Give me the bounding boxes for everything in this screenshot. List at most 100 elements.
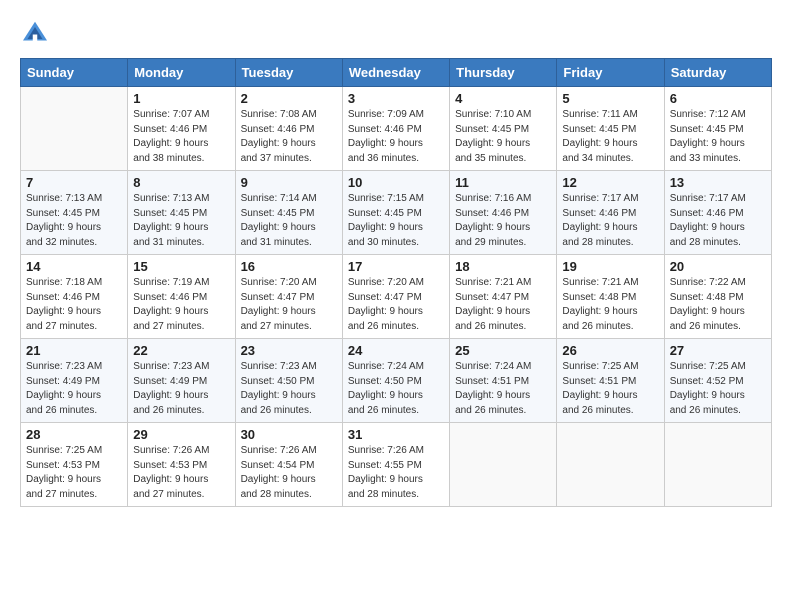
day-number: 21 xyxy=(26,343,122,358)
day-number: 3 xyxy=(348,91,444,106)
week-row-4: 28Sunrise: 7:25 AM Sunset: 4:53 PM Dayli… xyxy=(21,423,772,507)
day-number: 6 xyxy=(670,91,766,106)
header-day-wednesday: Wednesday xyxy=(342,59,449,87)
day-info: Sunrise: 7:20 AM Sunset: 4:47 PM Dayligh… xyxy=(348,276,444,334)
header-day-thursday: Thursday xyxy=(450,59,557,87)
calendar-cell: 27 Sunrise: 7:25 AM Sunset: 4:52 PM Dayli… xyxy=(664,339,771,423)
calendar-cell: 13 Sunrise: 7:17 AM Sunset: 4:46 PM Dayli… xyxy=(664,171,771,255)
header-row: SundayMondayTuesdayWednesdayThursdayFrid… xyxy=(21,59,772,87)
day-number: 30 xyxy=(241,427,337,442)
day-number: 8 xyxy=(133,175,229,190)
calendar-cell: 25Sunrise: 7:24 AM Sunset: 4:51 PM Dayli… xyxy=(450,339,557,423)
day-info: Sunrise: 7:15 AM Sunset: 4:45 PM Dayligh… xyxy=(348,192,444,250)
calendar-header: SundayMondayTuesdayWednesdayThursdayFrid… xyxy=(21,59,772,87)
day-info: Sunrise: 7:13 AM Sunset: 4:45 PM Dayligh… xyxy=(133,192,229,250)
day-info: Sunrise: 7:12 AM Sunset: 4:45 PM Dayligh… xyxy=(670,108,766,166)
day-info: Sunrise: 7:21 AM Sunset: 4:47 PM Dayligh… xyxy=(455,276,551,334)
day-number: 11 xyxy=(455,175,551,190)
day-info: Sunrise: 7:24 AM Sunset: 4:50 PM Dayligh… xyxy=(348,360,444,418)
calendar-cell: 9Sunrise: 7:14 AM Sunset: 4:45 PM Daylig… xyxy=(235,171,342,255)
day-number: 13 xyxy=(670,175,766,190)
calendar-body: 1 Sunrise: 7:07 AM Sunset: 4:46 PM Daylig… xyxy=(21,87,772,507)
day-info: Sunrise: 7:10 AM Sunset: 4:45 PM Dayligh… xyxy=(455,108,551,166)
day-info: Sunrise: 7:14 AM Sunset: 4:45 PM Dayligh… xyxy=(241,192,337,250)
calendar-cell: 23Sunrise: 7:23 AM Sunset: 4:50 PM Dayli… xyxy=(235,339,342,423)
day-info: Sunrise: 7:21 AM Sunset: 4:48 PM Dayligh… xyxy=(562,276,658,334)
header-day-sunday: Sunday xyxy=(21,59,128,87)
calendar-cell: 16 Sunrise: 7:20 AM Sunset: 4:47 PM Dayli… xyxy=(235,255,342,339)
calendar-cell xyxy=(21,87,128,171)
calendar-cell: 14Sunrise: 7:18 AM Sunset: 4:46 PM Dayli… xyxy=(21,255,128,339)
day-number: 20 xyxy=(670,259,766,274)
calendar-cell: 10 Sunrise: 7:15 AM Sunset: 4:45 PM Dayli… xyxy=(342,171,449,255)
day-number: 28 xyxy=(26,427,122,442)
calendar-cell xyxy=(557,423,664,507)
day-info: Sunrise: 7:25 AM Sunset: 4:52 PM Dayligh… xyxy=(670,360,766,418)
calendar-cell: 5Sunrise: 7:11 AM Sunset: 4:45 PM Daylig… xyxy=(557,87,664,171)
day-info: Sunrise: 7:26 AM Sunset: 4:54 PM Dayligh… xyxy=(241,444,337,502)
day-info: Sunrise: 7:23 AM Sunset: 4:49 PM Dayligh… xyxy=(26,360,122,418)
day-number: 16 xyxy=(241,259,337,274)
day-info: Sunrise: 7:07 AM Sunset: 4:46 PM Dayligh… xyxy=(133,108,229,166)
calendar-cell: 18 Sunrise: 7:21 AM Sunset: 4:47 PM Dayli… xyxy=(450,255,557,339)
calendar-cell: 8 Sunrise: 7:13 AM Sunset: 4:45 PM Daylig… xyxy=(128,171,235,255)
calendar-cell: 15 Sunrise: 7:19 AM Sunset: 4:46 PM Dayli… xyxy=(128,255,235,339)
day-number: 27 xyxy=(670,343,766,358)
day-info: Sunrise: 7:11 AM Sunset: 4:45 PM Dayligh… xyxy=(562,108,658,166)
header-day-saturday: Saturday xyxy=(664,59,771,87)
calendar-cell: 20Sunrise: 7:22 AM Sunset: 4:48 PM Dayli… xyxy=(664,255,771,339)
day-info: Sunrise: 7:09 AM Sunset: 4:46 PM Dayligh… xyxy=(348,108,444,166)
calendar-cell: 28Sunrise: 7:25 AM Sunset: 4:53 PM Dayli… xyxy=(21,423,128,507)
page: SundayMondayTuesdayWednesdayThursdayFrid… xyxy=(0,0,792,612)
calendar-cell: 7Sunrise: 7:13 AM Sunset: 4:45 PM Daylig… xyxy=(21,171,128,255)
calendar-cell: 12 Sunrise: 7:17 AM Sunset: 4:46 PM Dayli… xyxy=(557,171,664,255)
calendar-cell: 30 Sunrise: 7:26 AM Sunset: 4:54 PM Dayli… xyxy=(235,423,342,507)
calendar-cell: 31Sunrise: 7:26 AM Sunset: 4:55 PM Dayli… xyxy=(342,423,449,507)
calendar-cell: 22 Sunrise: 7:23 AM Sunset: 4:49 PM Dayli… xyxy=(128,339,235,423)
day-number: 18 xyxy=(455,259,551,274)
day-number: 23 xyxy=(241,343,337,358)
day-number: 1 xyxy=(133,91,229,106)
header-day-friday: Friday xyxy=(557,59,664,87)
day-number: 22 xyxy=(133,343,229,358)
day-info: Sunrise: 7:17 AM Sunset: 4:46 PM Dayligh… xyxy=(670,192,766,250)
week-row-3: 21 Sunrise: 7:23 AM Sunset: 4:49 PM Dayli… xyxy=(21,339,772,423)
day-number: 19 xyxy=(562,259,658,274)
calendar-cell: 11 Sunrise: 7:16 AM Sunset: 4:46 PM Dayli… xyxy=(450,171,557,255)
calendar-cell: 1 Sunrise: 7:07 AM Sunset: 4:46 PM Daylig… xyxy=(128,87,235,171)
calendar-table: SundayMondayTuesdayWednesdayThursdayFrid… xyxy=(20,58,772,507)
day-number: 29 xyxy=(133,427,229,442)
header xyxy=(20,18,772,48)
week-row-2: 14Sunrise: 7:18 AM Sunset: 4:46 PM Dayli… xyxy=(21,255,772,339)
calendar-cell: 19 Sunrise: 7:21 AM Sunset: 4:48 PM Dayli… xyxy=(557,255,664,339)
day-number: 26 xyxy=(562,343,658,358)
day-number: 24 xyxy=(348,343,444,358)
day-number: 4 xyxy=(455,91,551,106)
day-info: Sunrise: 7:24 AM Sunset: 4:51 PM Dayligh… xyxy=(455,360,551,418)
day-info: Sunrise: 7:26 AM Sunset: 4:53 PM Dayligh… xyxy=(133,444,229,502)
day-info: Sunrise: 7:20 AM Sunset: 4:47 PM Dayligh… xyxy=(241,276,337,334)
calendar-cell: 21 Sunrise: 7:23 AM Sunset: 4:49 PM Dayli… xyxy=(21,339,128,423)
calendar-cell: 24 Sunrise: 7:24 AM Sunset: 4:50 PM Dayli… xyxy=(342,339,449,423)
day-info: Sunrise: 7:19 AM Sunset: 4:46 PM Dayligh… xyxy=(133,276,229,334)
day-number: 10 xyxy=(348,175,444,190)
day-info: Sunrise: 7:25 AM Sunset: 4:51 PM Dayligh… xyxy=(562,360,658,418)
day-info: Sunrise: 7:18 AM Sunset: 4:46 PM Dayligh… xyxy=(26,276,122,334)
day-info: Sunrise: 7:13 AM Sunset: 4:45 PM Dayligh… xyxy=(26,192,122,250)
calendar-cell: 3 Sunrise: 7:09 AM Sunset: 4:46 PM Daylig… xyxy=(342,87,449,171)
header-day-monday: Monday xyxy=(128,59,235,87)
calendar-cell: 17 Sunrise: 7:20 AM Sunset: 4:47 PM Dayli… xyxy=(342,255,449,339)
header-day-tuesday: Tuesday xyxy=(235,59,342,87)
calendar-cell: 2Sunrise: 7:08 AM Sunset: 4:46 PM Daylig… xyxy=(235,87,342,171)
week-row-0: 1 Sunrise: 7:07 AM Sunset: 4:46 PM Daylig… xyxy=(21,87,772,171)
calendar-cell xyxy=(664,423,771,507)
day-info: Sunrise: 7:16 AM Sunset: 4:46 PM Dayligh… xyxy=(455,192,551,250)
day-info: Sunrise: 7:17 AM Sunset: 4:46 PM Dayligh… xyxy=(562,192,658,250)
calendar-cell: 26 Sunrise: 7:25 AM Sunset: 4:51 PM Dayli… xyxy=(557,339,664,423)
calendar-cell: 4 Sunrise: 7:10 AM Sunset: 4:45 PM Daylig… xyxy=(450,87,557,171)
day-number: 17 xyxy=(348,259,444,274)
calendar-cell xyxy=(450,423,557,507)
day-number: 15 xyxy=(133,259,229,274)
day-number: 12 xyxy=(562,175,658,190)
day-info: Sunrise: 7:23 AM Sunset: 4:49 PM Dayligh… xyxy=(133,360,229,418)
